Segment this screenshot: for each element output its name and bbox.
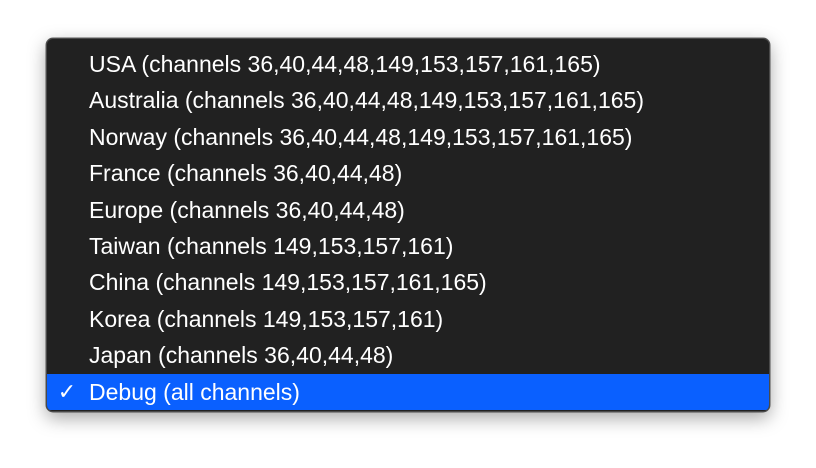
menu-item-usa[interactable]: USA (channels 36,40,44,48,149,153,157,16…	[47, 46, 769, 82]
menu-item-label: Korea (channels 149,153,157,161)	[89, 305, 444, 332]
menu-item-france[interactable]: France (channels 36,40,44,48)	[47, 155, 769, 191]
menu-item-norway[interactable]: Norway (channels 36,40,44,48,149,153,157…	[47, 119, 769, 155]
menu-item-label: France (channels 36,40,44,48)	[89, 160, 403, 187]
menu-item-label: Taiwan (channels 149,153,157,161)	[89, 232, 454, 259]
menu-item-japan[interactable]: Japan (channels 36,40,44,48)	[47, 337, 769, 373]
menu-item-label: Japan (channels 36,40,44,48)	[89, 342, 394, 369]
menu-item-label: Europe (channels 36,40,44,48)	[89, 196, 405, 223]
country-code-dropdown-menu: USA (channels 36,40,44,48,149,153,157,16…	[46, 38, 770, 412]
menu-item-australia[interactable]: Australia (channels 36,40,44,48,149,153,…	[47, 82, 769, 118]
menu-item-china[interactable]: China (channels 149,153,157,161,165)	[47, 264, 769, 300]
menu-item-label: Debug (all channels)	[89, 378, 300, 405]
menu-item-europe[interactable]: Europe (channels 36,40,44,48)	[47, 192, 769, 228]
menu-item-debug[interactable]: ✓ Debug (all channels)	[47, 373, 769, 410]
menu-item-label: USA (channels 36,40,44,48,149,153,157,16…	[89, 51, 601, 77]
menu-item-taiwan[interactable]: Taiwan (channels 149,153,157,161)	[47, 228, 769, 264]
checkmark-icon: ✓	[57, 378, 77, 404]
menu-item-label: Australia (channels 36,40,44,48,149,153,…	[89, 87, 644, 114]
menu-item-korea[interactable]: Korea (channels 149,153,157,161)	[47, 301, 769, 337]
menu-item-label: Norway (channels 36,40,44,48,149,153,157…	[89, 123, 633, 150]
menu-item-label: China (channels 149,153,157,161,165)	[89, 269, 487, 296]
